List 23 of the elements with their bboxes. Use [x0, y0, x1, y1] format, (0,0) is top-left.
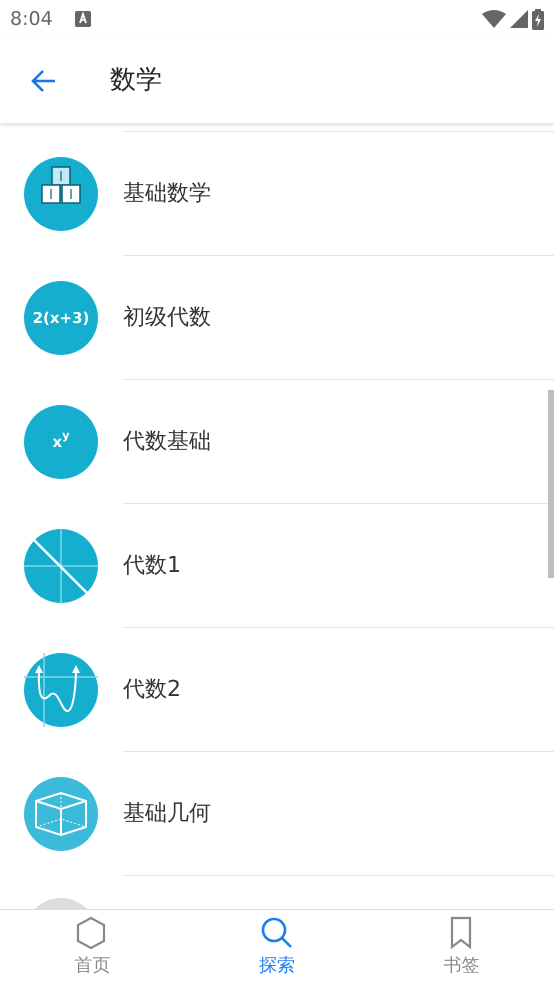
graph-line-icon: [24, 529, 98, 603]
cube-icon: [24, 777, 98, 851]
nav-tab[interactable]: 探索: [184, 910, 370, 985]
signal-icon: [510, 10, 528, 28]
topic-title[interactable]: 基础几何: [123, 797, 211, 830]
formula-icon: x$^{y}$: [24, 405, 98, 479]
formula-icon: 2(x+3): [24, 281, 98, 355]
topic-title[interactable]: 代数1: [123, 549, 181, 582]
battery-icon: [532, 8, 544, 30]
page-title: 数学: [110, 64, 162, 97]
keyboard-icon: [74, 11, 91, 27]
topic-title[interactable]: 代数2: [123, 673, 181, 706]
nav-tab[interactable]: 首页: [0, 910, 185, 985]
topic-title[interactable]: 初级代数: [123, 301, 211, 334]
topic-title[interactable]: 代数基础: [123, 425, 211, 458]
back-icon[interactable]: [30, 68, 56, 92]
graph-curve-icon: [24, 653, 98, 727]
topic-title[interactable]: 基础数学: [123, 177, 211, 210]
status-time: 8:04: [10, 6, 53, 32]
search-icon: [260, 916, 294, 950]
wifi-icon: [482, 10, 506, 28]
number-blocks-icon: [24, 157, 98, 231]
nav-tab[interactable]: 书签: [369, 910, 554, 985]
